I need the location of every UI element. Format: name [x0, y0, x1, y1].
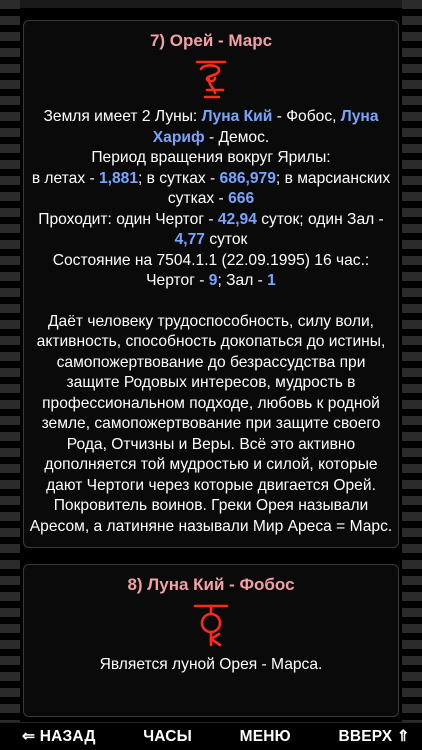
orey-rune-icon [195, 60, 227, 99]
highlight-value: 686,979 [219, 169, 276, 187]
highlight-value: 1,881 [98, 169, 139, 187]
description-text: ; Зал - [217, 272, 268, 289]
description-text: в летах - [31, 169, 99, 187]
description-text: суток [204, 231, 248, 248]
description-text: Проходит: один Чертог - [38, 210, 218, 228]
highlight-value: 42,94 [217, 210, 257, 228]
content-scroll[interactable]: 7) Орей - Марс Земля имеет 2 Луны: Луна … [20, 0, 402, 722]
luna-kiy-rune-icon [193, 604, 229, 647]
description-text: Период вращения вокруг Ярилы: [91, 149, 331, 166]
scroll-up-button[interactable]: ВВЕРХ ⇑ [338, 727, 410, 746]
section-card-luna-kiy: 8) Луна Кий - Фобос Является луной Орея … [23, 564, 399, 717]
film-rail-left [0, 0, 20, 722]
clock-button[interactable]: ЧАСЫ [143, 728, 192, 746]
description-text: - Фобос, [272, 108, 341, 125]
description-text: ; в сутках - [138, 169, 220, 187]
moon-body-text: Является луной Орея - Марса. [99, 656, 323, 673]
menu-button[interactable]: МЕНЮ [240, 728, 291, 746]
highlight-value: 1 [267, 272, 276, 289]
description-text: Земля имеет 2 Луны: [43, 108, 202, 125]
top-strip [20, 0, 402, 8]
section-title: 7) Орей - Марс [149, 31, 273, 50]
section-card-orey: 7) Орей - Марс Земля имеет 2 Луны: Луна … [23, 20, 399, 548]
section-title: 8) Луна Кий - Фобос [127, 575, 295, 594]
film-rail-right [402, 0, 422, 722]
highlight-value: 666 [228, 190, 255, 207]
back-button[interactable]: ⇐ НАЗАД [22, 727, 96, 746]
description-text: суток; один Зал - [256, 210, 384, 228]
planet-description: Земля имеет 2 Луны: Луна Кий - Фобос, Лу… [28, 107, 394, 292]
highlight-value: Луна Кий [201, 108, 273, 125]
app-frame: 7) Орей - Марс Земля имеет 2 Луны: Луна … [0, 0, 422, 750]
planet-body-text: Даёт человеку трудоспособность, силу вол… [29, 312, 393, 535]
bottom-navigation: ⇐ НАЗАД ЧАСЫ МЕНЮ ВВЕРХ ⇑ [0, 722, 422, 750]
description-text: - Демос. [204, 128, 270, 146]
highlight-value: 4,77 [174, 231, 205, 248]
